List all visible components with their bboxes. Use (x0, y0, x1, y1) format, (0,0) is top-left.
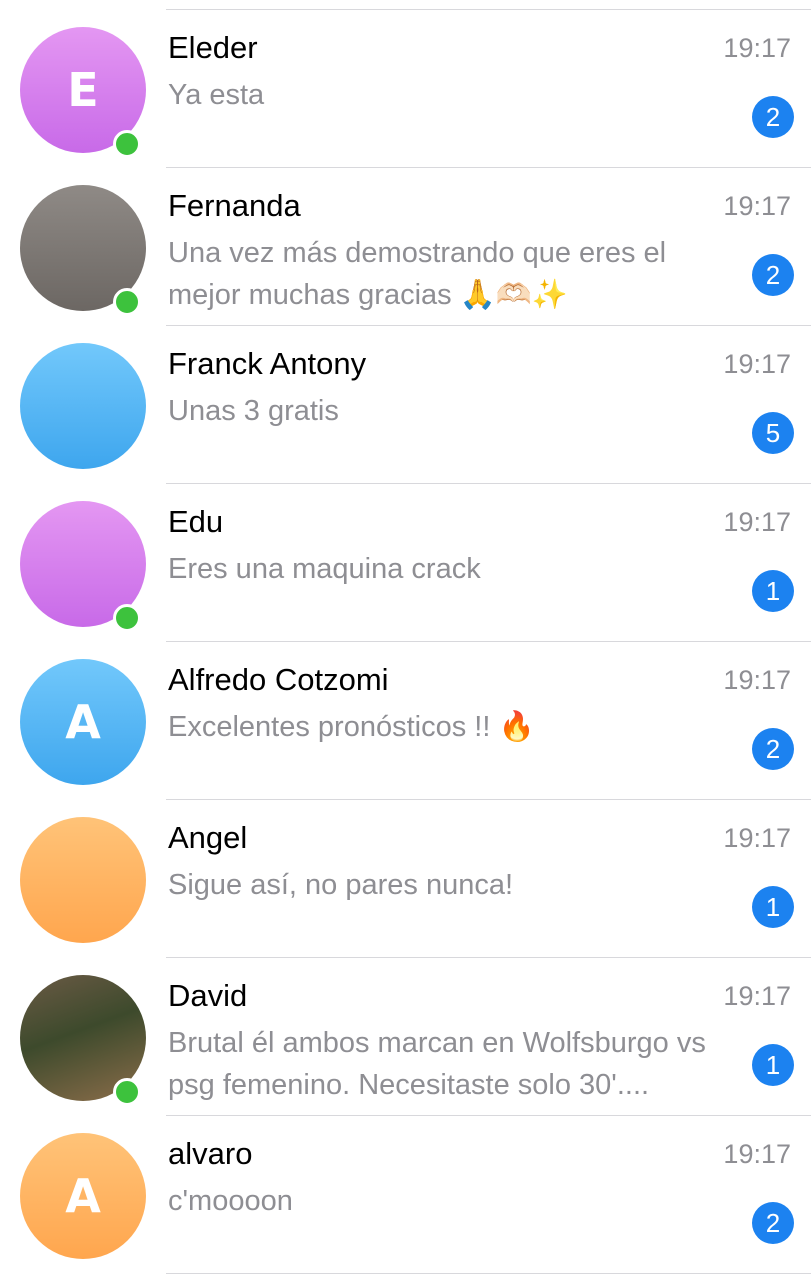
chat-last-message: Unas 3 gratis (168, 395, 339, 427)
chat-time: 19:17 (723, 191, 791, 221)
chat-name: David (168, 978, 248, 1013)
chat-last-message: Eres una maquina crack (168, 553, 481, 585)
avatar-initial: A (65, 695, 101, 749)
chat-time: 19:17 (723, 1139, 791, 1169)
chat-last-message: Ya esta (168, 79, 265, 111)
chat-name: alvaro (168, 1136, 253, 1171)
chat-list: E Eleder 19:17 Ya esta 2 Fernanda 19:17 … (0, 10, 811, 1274)
chat-name: Alfredo Cotzomi (168, 662, 389, 697)
avatar[interactable]: A (20, 1133, 146, 1259)
chat-time: 19:17 (723, 665, 791, 695)
chat-row-david[interactable]: David 19:17 Brutal él ambos marcan en Wo… (0, 958, 811, 1116)
avatar[interactable] (20, 817, 146, 943)
chat-row-fernanda[interactable]: Fernanda 19:17 Una vez más demostrando q… (0, 168, 811, 326)
online-status-dot (113, 288, 141, 316)
unread-badge: 2 (752, 254, 794, 296)
chat-time: 19:17 (723, 823, 791, 853)
chat-row-alvaro[interactable]: A alvaro 19:17 c'moooon 2 (0, 1116, 811, 1274)
avatar[interactable] (20, 343, 146, 469)
avatar-initial: E (67, 63, 99, 117)
avatar-initial: A (65, 1169, 101, 1223)
online-status-dot (113, 1078, 141, 1106)
online-status-dot (113, 604, 141, 632)
avatar[interactable]: A (20, 659, 146, 785)
chat-name: Fernanda (168, 188, 301, 223)
online-status-dot (113, 130, 141, 158)
chat-row-edu[interactable]: Edu 19:17 Eres una maquina crack 1 (0, 484, 811, 642)
chat-name: Angel (168, 820, 248, 855)
unread-badge: 1 (752, 570, 794, 612)
chat-time: 19:17 (723, 33, 791, 63)
chat-last-message: Brutal él ambos marcan en Wolfsburgo vs … (168, 1027, 706, 1101)
chat-name: Eleder (168, 30, 258, 65)
unread-badge: 2 (752, 728, 794, 770)
chat-last-message: Excelentes pronósticos !! 🔥 (168, 711, 535, 743)
chat-row-angel[interactable]: Angel 19:17 Sigue así, no pares nunca! 1 (0, 800, 811, 958)
chat-last-message: Una vez más demostrando que eres el mejo… (168, 237, 667, 311)
unread-badge: 5 (752, 412, 794, 454)
chat-row-alfredo-cotzomi[interactable]: A Alfredo Cotzomi 19:17 Excelentes pronó… (0, 642, 811, 800)
chat-time: 19:17 (723, 507, 791, 537)
chat-name: Edu (168, 504, 224, 539)
chat-last-message: Sigue así, no pares nunca! (168, 869, 514, 901)
chat-name: Franck Antony (168, 346, 367, 381)
chat-last-message: c'moooon (168, 1185, 293, 1217)
chat-time: 19:17 (723, 349, 791, 379)
unread-badge: 1 (752, 1044, 794, 1086)
chat-time: 19:17 (723, 981, 791, 1011)
unread-badge: 1 (752, 886, 794, 928)
unread-badge: 2 (752, 1202, 794, 1244)
row-divider (166, 1273, 811, 1274)
unread-badge: 2 (752, 96, 794, 138)
chat-row-eleder[interactable]: E Eleder 19:17 Ya esta 2 (0, 10, 811, 168)
chat-row-franck-antony[interactable]: Franck Antony 19:17 Unas 3 gratis 5 (0, 326, 811, 484)
